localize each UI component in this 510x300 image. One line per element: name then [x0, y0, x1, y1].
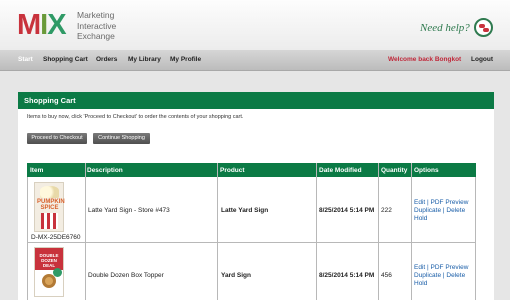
nav-my-library[interactable]: My Library [128, 56, 161, 63]
item-description: Latte Yard Sign - Store #473 [88, 207, 170, 214]
bucket-image [41, 213, 58, 229]
nav-start[interactable]: Start [18, 56, 33, 63]
col-item: Item [30, 167, 44, 174]
duplicate-link[interactable]: Duplicate [414, 207, 441, 214]
mix-logo[interactable]: MIX [17, 11, 67, 40]
price-tag-icon [53, 268, 62, 277]
col-product: Product [220, 167, 245, 174]
item-product: Yard Sign [221, 272, 251, 279]
item-quantity: 222 [381, 207, 392, 214]
item-date-modified: 8/25/2014 5:14 PM [319, 272, 375, 279]
col-quantity: Quantity [381, 167, 408, 174]
thumbnail-text: PUMPKIN SPICE [37, 199, 65, 211]
item-thumbnail[interactable]: PUMPKIN SPICE [34, 182, 65, 232]
item-product: Latte Yard Sign [221, 207, 269, 214]
nav-orders[interactable]: Orders [96, 56, 117, 63]
row-divider [27, 242, 476, 243]
logo-tagline: Marketing Interactive Exchange [77, 10, 117, 41]
continue-shopping-button[interactable]: Continue Shopping [93, 133, 150, 144]
delete-link[interactable]: Delete [446, 272, 465, 279]
item-id: D-MX-25DE6760 [31, 234, 81, 241]
item-date-modified: 8/25/2014 5:14 PM [319, 207, 375, 214]
edit-link[interactable]: Edit [414, 264, 425, 271]
item-quantity: 456 [381, 272, 392, 279]
proceed-to-checkout-button[interactable]: Proceed to Checkout [27, 133, 87, 144]
pdf-preview-link[interactable]: PDF Preview [431, 199, 469, 206]
hold-link[interactable]: Hold [414, 280, 427, 287]
panel-title: Shopping Cart [18, 92, 494, 109]
table-border-right [475, 177, 476, 300]
col-divider [217, 163, 218, 300]
item-options: Edit | PDF Preview Duplicate | Delete Ho… [414, 264, 469, 287]
cart-table-header: Item Description Product Date Modified Q… [27, 163, 476, 177]
table-border-left [27, 177, 28, 300]
need-help-link[interactable]: Need help? [420, 22, 470, 34]
hold-link[interactable]: Hold [414, 215, 427, 222]
cart-instructions: Items to buy now, click 'Proceed to Chec… [27, 114, 244, 120]
edit-link[interactable]: Edit [414, 199, 425, 206]
col-description: Description [87, 167, 123, 174]
chat-bubble-icon[interactable] [474, 18, 493, 37]
main-nav: Start Shopping Cart Orders My Library My… [0, 50, 510, 71]
col-options: Options [414, 167, 439, 174]
item-description: Double Dozen Box Topper [88, 272, 164, 279]
item-options: Edit | PDF Preview Duplicate | Delete Ho… [414, 199, 469, 222]
col-divider [378, 163, 379, 300]
col-divider [316, 163, 317, 300]
nav-logout[interactable]: Logout [471, 56, 493, 63]
delete-link[interactable]: Delete [446, 207, 465, 214]
pdf-preview-link[interactable]: PDF Preview [431, 264, 469, 271]
nav-my-profile[interactable]: My Profile [170, 56, 201, 63]
nav-shopping-cart[interactable]: Shopping Cart [43, 56, 88, 63]
site-header: MIX Marketing Interactive Exchange Need … [0, 0, 510, 50]
col-date-modified: Date Modified [319, 167, 362, 174]
duplicate-link[interactable]: Duplicate [414, 272, 441, 279]
item-thumbnail[interactable]: DOUBLE DOZEN DEAL [34, 247, 64, 297]
popcorn-image [40, 186, 59, 198]
col-divider [411, 163, 412, 300]
thumbnail-text: DOUBLE DOZEN DEAL [35, 248, 63, 270]
welcome-message: Welcome back Bongkot [388, 56, 462, 63]
col-divider [85, 163, 86, 300]
